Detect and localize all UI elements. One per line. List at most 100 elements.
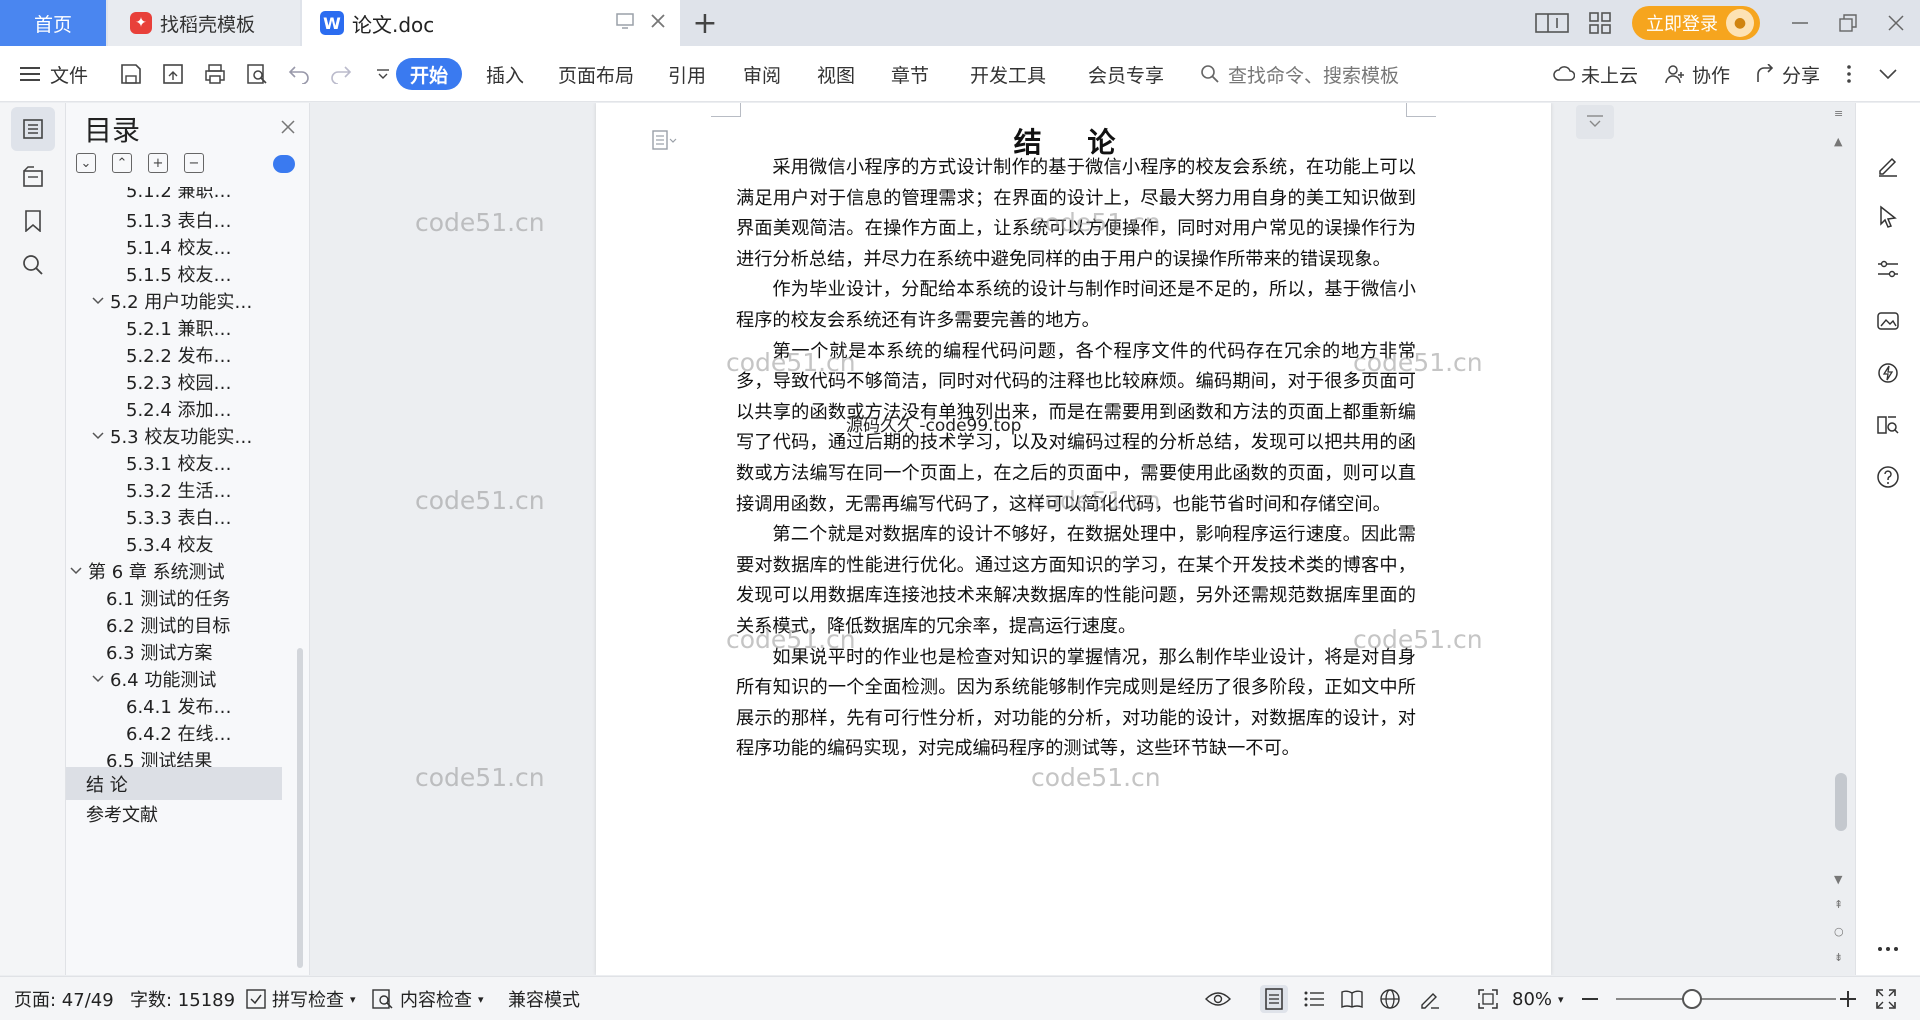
tab-document[interactable]: W 论文.doc [302, 0, 680, 46]
tab-templates[interactable]: ✦ 找稻壳模板 [108, 0, 300, 46]
eye-protection-icon[interactable] [1204, 985, 1232, 1013]
next-page-icon[interactable]: ⇟ [1834, 951, 1843, 964]
share-icon [1757, 64, 1774, 82]
content-check-label: 内容检查 [400, 990, 472, 1011]
tab-chapter[interactable]: 章节 [891, 46, 929, 102]
new-tab-button[interactable]: + [690, 0, 720, 46]
more-tools-icon[interactable] [1868, 929, 1908, 969]
fullscreen-icon[interactable] [1872, 985, 1900, 1013]
layout-mode-icon[interactable] [1528, 0, 1576, 46]
scroll-top-icon[interactable]: ≡ [1834, 107, 1843, 120]
web-view-icon[interactable] [1376, 985, 1404, 1013]
toc-panel-icon[interactable] [11, 107, 55, 151]
tab-insert[interactable]: 插入 [486, 46, 524, 102]
apps-grid-icon[interactable] [1576, 0, 1624, 46]
zoom-level[interactable]: 80% ▾ [1512, 977, 1564, 1020]
prev-page-icon[interactable]: ⇞ [1834, 898, 1843, 911]
zoom-dropdown-icon[interactable]: ▾ [1558, 993, 1564, 1006]
tab-page-layout[interactable]: 页面布局 [558, 46, 634, 102]
collaborate-button[interactable]: 协作 [1664, 61, 1730, 88]
page-indicator[interactable]: 页面: 47/49 [14, 977, 114, 1020]
zoom-slider-track[interactable] [1616, 998, 1836, 1000]
doc-paragraph[interactable]: 采用微信小程序的方式设计制作的基于微信小程序的校友会系统，在功能上可以满足用户对… [736, 153, 1416, 275]
find-icon[interactable] [11, 243, 55, 287]
write-mode-icon[interactable] [1416, 985, 1444, 1013]
chapter-nav-icon[interactable] [11, 155, 55, 199]
doc-paragraph[interactable]: 第一个就是本系统的编程代码问题，各个程序文件的代码存在冗余的地方非常多，导致代码… [736, 337, 1416, 521]
spell-check-button[interactable]: 拼写检查 ▾ [246, 977, 356, 1020]
doc-body[interactable]: 采用微信小程序的方式设计制作的基于微信小程序的校友会系统，在功能上可以满足用户对… [736, 153, 1416, 765]
share-button[interactable]: 分享 [1756, 61, 1820, 88]
toc-scrollbar[interactable] [297, 648, 303, 968]
image-tool-icon[interactable] [1868, 301, 1908, 341]
command-search[interactable]: 查找命令、搜索模板 [1200, 46, 1399, 102]
bookmark-icon[interactable] [11, 199, 55, 243]
redo-icon[interactable] [326, 59, 356, 89]
tab-references[interactable]: 引用 [668, 46, 706, 102]
reading-mode-icon[interactable] [1868, 405, 1908, 445]
chevron-down-icon[interactable] [88, 672, 108, 686]
zoom-out-icon[interactable] [1576, 985, 1604, 1013]
restore-icon[interactable] [1824, 0, 1872, 46]
scrollbar-thumb[interactable] [1835, 773, 1847, 831]
tab-developer[interactable]: 开发工具 [970, 46, 1046, 102]
compat-mode[interactable]: 兼容模式 [508, 977, 580, 1020]
collapse-all-icon[interactable]: ⌃ [112, 153, 132, 173]
pen-edit-icon[interactable] [1868, 145, 1908, 185]
fit-page-icon[interactable] [1474, 985, 1502, 1013]
collapse-ribbon-icon[interactable] [1878, 68, 1898, 80]
tab-member[interactable]: 会员专享 [1088, 46, 1164, 102]
toc-smart-toggle[interactable] [273, 155, 295, 173]
side-collapse-icon[interactable] [1576, 105, 1614, 139]
content-check-button[interactable]: 内容检查 ▾ [372, 977, 484, 1020]
chevron-down-icon[interactable] [88, 429, 108, 443]
zoom-in-icon[interactable] [1834, 985, 1862, 1013]
doc-paragraph[interactable]: 第二个就是对数据库的设计不够好，在数据处理中，影响程序运行速度。因此需要对数据库… [736, 520, 1416, 642]
print-preview-icon[interactable] [242, 59, 272, 89]
login-button[interactable]: 立即登录 ● [1632, 6, 1760, 40]
scroll-down-icon[interactable]: ▼ [1834, 873, 1842, 886]
toc-item-selected[interactable]: 结 论 [66, 767, 282, 800]
remove-heading-icon[interactable]: − [184, 153, 204, 173]
expand-all-icon[interactable]: ⌄ [76, 153, 96, 173]
toc-close-icon[interactable] [281, 115, 295, 140]
doc-paragraph[interactable]: 作为毕业设计，分配给本系统的设计与制作时间还是不足的，所以，基于微信小程序的校友… [736, 275, 1416, 336]
print-icon[interactable] [200, 59, 230, 89]
tab-view[interactable]: 视图 [817, 46, 855, 102]
page-nav-icon[interactable]: ○ [1834, 925, 1844, 938]
cloud-status-button[interactable]: 未上云 [1553, 61, 1638, 88]
save-icon[interactable] [116, 59, 146, 89]
export-icon[interactable] [158, 59, 188, 89]
document-page[interactable]: 结 论 采用微信小程序的方式设计制作的基于微信小程序的校友会系统，在功能上可以满… [596, 103, 1551, 975]
close-tab-icon[interactable] [650, 12, 666, 34]
document-scrollbar[interactable]: ≡ ▲ ▼ ⇞ ○ ⇟ [1831, 103, 1851, 975]
customize-toolbar-icon[interactable] [368, 59, 398, 89]
chevron-down-icon[interactable] [88, 294, 108, 308]
chevron-down-icon[interactable] [66, 564, 86, 578]
tab-templates-label: 找稻壳模板 [160, 13, 256, 36]
window-close-icon[interactable] [1872, 0, 1920, 46]
file-menu-button[interactable]: 文件 [20, 46, 88, 102]
minimize-icon[interactable] [1776, 0, 1824, 46]
word-count[interactable]: 字数: 15189 [130, 977, 235, 1020]
spell-dropdown-icon[interactable]: ▾ [350, 993, 356, 1006]
undo-icon[interactable] [284, 59, 314, 89]
content-check-dropdown-icon[interactable]: ▾ [478, 993, 484, 1006]
page-view-icon[interactable] [1260, 985, 1288, 1013]
doc-paragraph[interactable]: 如果说平时的作业也是检查对知识的掌握情况，那么制作毕业设计，将是对自身所有知识的… [736, 643, 1416, 765]
scroll-up-icon[interactable]: ▲ [1834, 135, 1842, 148]
tab-start[interactable]: 开始 [396, 58, 462, 90]
ai-assistant-icon[interactable] [1868, 353, 1908, 393]
more-options-icon[interactable] [1846, 64, 1852, 84]
adjust-sliders-icon[interactable] [1868, 249, 1908, 289]
select-cursor-icon[interactable] [1868, 197, 1908, 237]
tab-home[interactable]: 首页 [0, 0, 106, 46]
help-icon[interactable] [1868, 457, 1908, 497]
reading-view-icon[interactable] [1338, 985, 1366, 1013]
outline-view-icon[interactable] [1300, 985, 1328, 1013]
tab-review[interactable]: 审阅 [743, 46, 781, 102]
float-window-icon[interactable] [616, 12, 634, 34]
add-heading-icon[interactable]: + [148, 153, 168, 173]
zoom-slider-knob[interactable] [1682, 989, 1702, 1009]
toc-item[interactable]: 参考文献 [86, 797, 158, 830]
